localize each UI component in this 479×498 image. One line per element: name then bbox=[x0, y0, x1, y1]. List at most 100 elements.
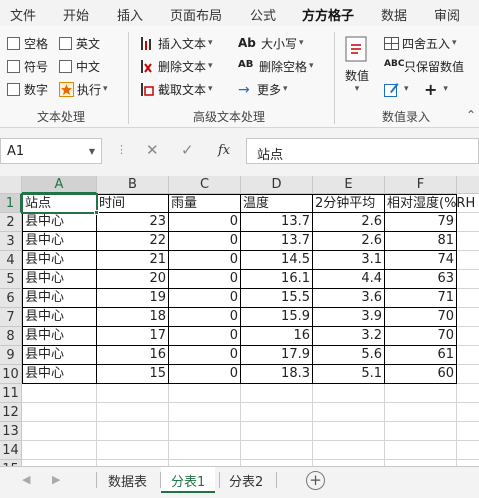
table-cell[interactable]: 5.1 bbox=[313, 365, 385, 384]
table-cell[interactable]: 17 bbox=[97, 327, 169, 346]
add-button[interactable]: + ▾ bbox=[424, 80, 448, 99]
empty-cell[interactable] bbox=[385, 403, 457, 422]
checkbox-chinese[interactable]: 中文 bbox=[59, 57, 100, 75]
row-header[interactable]: 13 bbox=[0, 422, 22, 441]
checkbox-box[interactable] bbox=[7, 59, 20, 73]
table-cell[interactable]: 23 bbox=[97, 213, 169, 232]
table-cell[interactable]: 20 bbox=[97, 270, 169, 289]
empty-cell[interactable] bbox=[313, 441, 385, 460]
table-cell[interactable]: 县中心 bbox=[22, 213, 97, 232]
table-cell[interactable]: 2.6 bbox=[313, 232, 385, 251]
table-cell[interactable]: 县中心 bbox=[22, 270, 97, 289]
table-cell[interactable]: 22 bbox=[97, 232, 169, 251]
table-cell[interactable]: 县中心 bbox=[22, 365, 97, 384]
insert-text-button[interactable]: 插入文本 ▾ bbox=[140, 34, 213, 52]
empty-cell[interactable] bbox=[22, 422, 97, 441]
table-cell[interactable]: 70 bbox=[385, 308, 457, 327]
empty-cell[interactable] bbox=[385, 384, 457, 403]
collapse-ribbon-icon[interactable]: ⌃ bbox=[466, 108, 476, 122]
column-header[interactable]: A bbox=[22, 176, 97, 194]
delete-text-button[interactable]: 删除文本 ▾ bbox=[140, 57, 213, 75]
round-button[interactable]: 四舍五入 ▾ bbox=[384, 34, 457, 52]
table-cell[interactable]: 0 bbox=[169, 308, 241, 327]
table-cell[interactable]: 县中心 bbox=[22, 308, 97, 327]
confirm-icon[interactable]: ✓ bbox=[181, 141, 194, 159]
empty-cell[interactable] bbox=[457, 308, 479, 327]
table-cell[interactable]: 5.6 bbox=[313, 346, 385, 365]
table-cell[interactable]: 0 bbox=[169, 289, 241, 308]
table-cell[interactable]: 3.9 bbox=[313, 308, 385, 327]
table-cell[interactable]: 0 bbox=[169, 346, 241, 365]
checkbox-box[interactable] bbox=[59, 36, 72, 50]
table-cell[interactable]: 18.3 bbox=[241, 365, 313, 384]
table-cell[interactable]: 0 bbox=[169, 365, 241, 384]
empty-cell[interactable] bbox=[457, 194, 479, 213]
row-header[interactable]: 8 bbox=[0, 327, 22, 346]
table-cell[interactable]: 17.9 bbox=[241, 346, 313, 365]
table-cell[interactable]: 3.1 bbox=[313, 251, 385, 270]
table-cell[interactable]: 县中心 bbox=[22, 251, 97, 270]
tab-insert[interactable]: 插入 bbox=[117, 5, 143, 24]
table-cell[interactable]: 14.5 bbox=[241, 251, 313, 270]
row-header[interactable]: 3 bbox=[0, 232, 22, 251]
sheet-tab-data[interactable]: 数据表 bbox=[98, 467, 157, 493]
empty-cell[interactable] bbox=[385, 441, 457, 460]
tab-home[interactable]: 开始 bbox=[63, 5, 89, 24]
row-header[interactable]: 2 bbox=[0, 213, 22, 232]
delete-space-button[interactable]: AB 删除空格 ▾ bbox=[238, 57, 314, 75]
row-header[interactable]: 10 bbox=[0, 365, 22, 384]
checkbox-english[interactable]: 英文 bbox=[59, 34, 100, 52]
checkbox-number[interactable]: 数字 bbox=[7, 80, 48, 98]
empty-cell[interactable] bbox=[457, 289, 479, 308]
chevron-down-icon[interactable]: ▼ bbox=[89, 147, 95, 156]
empty-cell[interactable] bbox=[169, 384, 241, 403]
row-header[interactable]: 4 bbox=[0, 251, 22, 270]
empty-cell[interactable] bbox=[169, 422, 241, 441]
empty-cell[interactable] bbox=[97, 384, 169, 403]
table-cell[interactable]: 79 bbox=[385, 213, 457, 232]
table-cell[interactable]: 县中心 bbox=[22, 327, 97, 346]
row-header[interactable]: 9 bbox=[0, 346, 22, 365]
empty-cell[interactable] bbox=[457, 327, 479, 346]
empty-cell[interactable] bbox=[169, 403, 241, 422]
extract-text-button[interactable]: 截取文本 ▾ bbox=[140, 80, 213, 98]
row-header[interactable]: 6 bbox=[0, 289, 22, 308]
empty-cell[interactable] bbox=[457, 213, 479, 232]
table-cell[interactable]: 74 bbox=[385, 251, 457, 270]
empty-cell[interactable] bbox=[22, 384, 97, 403]
row-header[interactable]: 7 bbox=[0, 308, 22, 327]
empty-cell[interactable] bbox=[22, 441, 97, 460]
case-button[interactable]: Ab 大小写 ▾ bbox=[238, 34, 304, 52]
table-cell[interactable]: 0 bbox=[169, 270, 241, 289]
table-cell[interactable]: 63 bbox=[385, 270, 457, 289]
cancel-icon[interactable]: ✕ bbox=[146, 141, 159, 159]
table-cell[interactable]: 3.6 bbox=[313, 289, 385, 308]
empty-cell[interactable] bbox=[457, 384, 479, 403]
empty-cell[interactable] bbox=[22, 403, 97, 422]
name-box[interactable]: A1 ▼ bbox=[0, 138, 102, 164]
table-cell[interactable]: 61 bbox=[385, 346, 457, 365]
select-all-corner[interactable] bbox=[0, 176, 22, 194]
empty-cell[interactable] bbox=[241, 441, 313, 460]
table-cell[interactable]: 60 bbox=[385, 365, 457, 384]
more-button[interactable]: → 更多 ▾ bbox=[238, 80, 288, 98]
row-header[interactable]: 1 bbox=[0, 194, 22, 213]
header-cell[interactable]: 雨量 bbox=[169, 194, 241, 213]
table-cell[interactable]: 15 bbox=[97, 365, 169, 384]
empty-cell[interactable] bbox=[169, 441, 241, 460]
header-cell[interactable]: 站点 bbox=[22, 194, 97, 213]
tab-formulas[interactable]: 公式 bbox=[250, 5, 276, 24]
table-cell[interactable]: 0 bbox=[169, 327, 241, 346]
empty-cell[interactable] bbox=[457, 403, 479, 422]
sheet-tab-sub2[interactable]: 分表2 bbox=[219, 467, 273, 493]
empty-cell[interactable] bbox=[457, 365, 479, 384]
checkbox-box[interactable] bbox=[7, 36, 20, 50]
table-cell[interactable]: 18 bbox=[97, 308, 169, 327]
edit-button[interactable]: ▾ bbox=[384, 80, 409, 98]
row-header[interactable]: 14 bbox=[0, 441, 22, 460]
table-cell[interactable]: 县中心 bbox=[22, 232, 97, 251]
empty-cell[interactable] bbox=[313, 403, 385, 422]
table-cell[interactable]: 16.1 bbox=[241, 270, 313, 289]
table-cell[interactable]: 3.2 bbox=[313, 327, 385, 346]
empty-cell[interactable] bbox=[97, 403, 169, 422]
